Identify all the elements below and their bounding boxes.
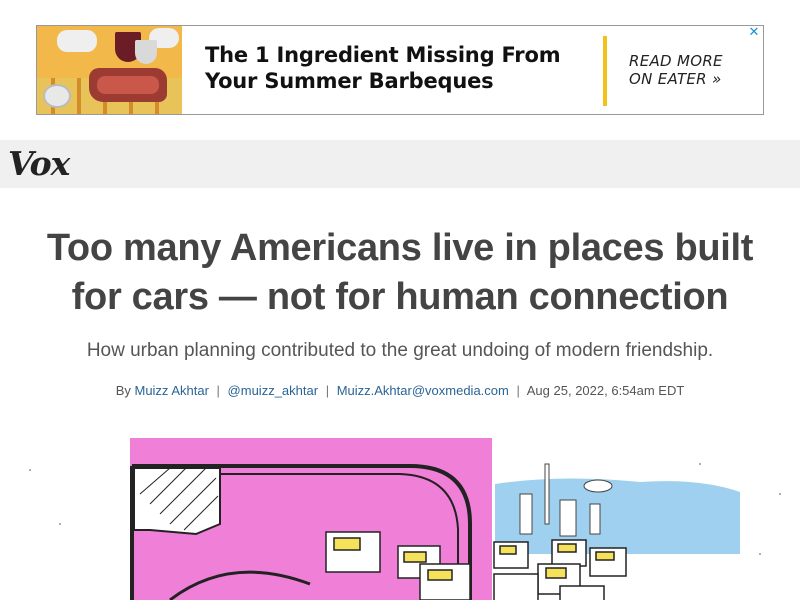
ad-image-steak-highlight (97, 76, 159, 94)
hero-tower (544, 463, 550, 525)
hero-car (493, 573, 539, 600)
hero-building (589, 503, 601, 535)
ad-read-more-link[interactable]: READ MORE ON EATER » (629, 52, 759, 88)
hero-car-window (545, 567, 567, 579)
ad-image-hand (57, 30, 97, 52)
hero-car-window (557, 543, 577, 553)
hero-speck (29, 469, 31, 471)
article-byline: By Muizz Akhtar | @muizz_akhtar | Muizz.… (20, 382, 780, 400)
ad-image-glass (135, 40, 157, 64)
hero-car (559, 585, 605, 600)
byline-separator: | (325, 383, 330, 398)
byline-separator: | (516, 383, 520, 398)
hero-illustration (0, 434, 800, 600)
hero-car-window (403, 551, 427, 563)
article-dek: How urban planning contributed to the gr… (86, 340, 714, 361)
hero-speck (779, 493, 781, 495)
ad-headline-line: The 1 Ingredient Missing From (205, 43, 561, 67)
ad-image[interactable] (37, 26, 182, 114)
headline-line: Too many Americans live in places built (46, 227, 754, 269)
hero-illustration-art (29, 438, 781, 600)
author-twitter-link[interactable]: @muizz_akhtar (228, 383, 319, 398)
hero-speck (699, 463, 701, 465)
ad-cta-line: READ MORE (629, 52, 723, 70)
headline-line: for cars — not for human connection (71, 276, 729, 318)
hero-cloud (583, 479, 613, 493)
hero-speck (59, 523, 61, 525)
hero-car-window (499, 545, 517, 555)
article-headline: Too many Americans live in places built … (20, 224, 780, 322)
hero-car-window (333, 537, 361, 551)
byline-separator: | (216, 383, 220, 398)
ad-divider (603, 36, 607, 106)
hero-mirror (133, 467, 221, 536)
byline-by: By (115, 383, 131, 398)
publish-date: Aug 25, 2022, 6:54am EDT (526, 383, 685, 398)
hero-car-window (595, 551, 615, 561)
site-navbar: Vox (0, 140, 800, 188)
ad-image-stripe (77, 78, 81, 114)
ad-banner[interactable]: The 1 Ingredient Missing From Your Summe… (36, 25, 764, 115)
hero-speck (759, 553, 761, 555)
author-link[interactable]: Muizz Akhtar (134, 383, 208, 398)
ad-headline-line: Your Summer Barbeques (205, 69, 494, 93)
ad-close-icon[interactable]: ✕ (747, 26, 761, 39)
ad-headline[interactable]: The 1 Ingredient Missing From Your Summe… (205, 42, 605, 94)
ad-cta-line: ON EATER » (629, 70, 722, 88)
hero-building (519, 493, 533, 535)
author-email-link[interactable]: Muizz.Akhtar@voxmedia.com (337, 383, 509, 398)
hero-car-window (427, 569, 453, 581)
hero-building (559, 499, 577, 537)
ad-image-plate (43, 84, 71, 108)
vox-logo[interactable]: Vox (8, 145, 70, 183)
